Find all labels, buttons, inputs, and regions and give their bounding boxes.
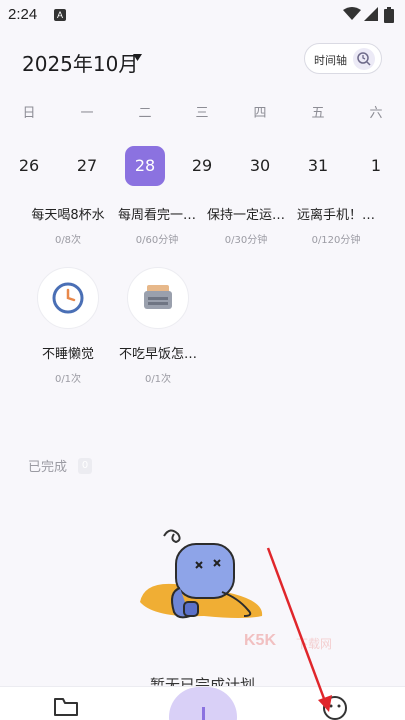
habit-item[interactable]: 每天喝8杯水 0/8次	[23, 204, 113, 246]
weekday-mon: 一	[80, 106, 94, 121]
weekday-sun: 日	[22, 106, 36, 121]
habit-item[interactable]: 每周看完一… 0/60分钟	[112, 204, 202, 246]
habit-progress: 0/1次	[144, 374, 172, 385]
date-row: 26 27 28 29 30 31 1	[0, 146, 405, 188]
timeline-button[interactable]: 时间轴	[304, 43, 382, 74]
habit-title: 不吃早饭怎…	[118, 347, 197, 362]
habit-title: 不睡懒觉	[41, 347, 94, 362]
plus-icon	[202, 707, 205, 720]
wifi-icon	[343, 7, 361, 20]
smile-icon[interactable]	[322, 695, 348, 720]
habit-progress: 0/120分钟	[311, 235, 361, 246]
habit-title: 保持一定运…	[206, 208, 285, 223]
date-cell-selected[interactable]: 28	[125, 146, 165, 186]
signal-icon	[364, 7, 378, 21]
date-cell[interactable]: 30	[240, 146, 280, 186]
habit-title: 远离手机！…	[296, 208, 375, 223]
weekday-row: 日 一 二 三 四 五 六	[0, 102, 405, 122]
date-cell[interactable]: 27	[67, 146, 107, 186]
habit-progress: 0/1次	[54, 374, 82, 385]
completed-section[interactable]: 已完成 0	[28, 455, 93, 475]
date-cell[interactable]: 31	[298, 146, 338, 186]
weekday-thu: 四	[253, 106, 267, 121]
clock-icon	[52, 282, 84, 314]
timeline-icon	[353, 48, 375, 70]
weekday-fri: 五	[311, 106, 325, 121]
date-cell[interactable]: 26	[9, 146, 49, 186]
habit-card[interactable]: 不睡懒觉 0/1次	[23, 267, 113, 385]
habit-icon-circle	[127, 267, 189, 329]
add-plan-button[interactable]	[169, 687, 237, 720]
habit-title: 每天喝8杯水	[31, 208, 105, 223]
watermark-subtext: 下载网	[296, 637, 333, 651]
habit-title: 每周看完一…	[117, 208, 196, 223]
habit-progress: 0/60分钟	[135, 235, 179, 246]
empty-state-illustration	[140, 529, 263, 619]
habit-card[interactable]: 不吃早饭怎… 0/1次	[113, 267, 203, 385]
weekday-sat: 六	[369, 106, 383, 121]
habit-progress: 0/8次	[54, 235, 82, 246]
caret-down-icon[interactable]	[133, 54, 142, 61]
battery-icon	[384, 7, 394, 23]
folder-icon[interactable]	[53, 695, 79, 717]
date-cell[interactable]: 29	[182, 146, 222, 186]
completed-count-badge: 0	[78, 457, 93, 474]
completed-label: 已完成	[28, 460, 68, 475]
habit-progress: 0/30分钟	[224, 235, 268, 246]
weekday-wed: 三	[195, 106, 209, 121]
status-bar: 2:24 A	[0, 0, 405, 30]
bottom-nav	[0, 686, 405, 720]
watermark-logo: K5K	[244, 632, 277, 649]
header: 2025年10月 时间轴	[0, 40, 405, 80]
date-cell[interactable]: 1	[356, 146, 396, 186]
status-time: 2:24	[8, 6, 38, 23]
weekday-tue: 二	[138, 106, 152, 121]
habit-icon-circle	[37, 267, 99, 329]
timeline-label: 时间轴	[314, 54, 347, 67]
month-title[interactable]: 2025年10月	[22, 48, 138, 77]
toaster-icon	[144, 285, 172, 309]
habit-item[interactable]: 远离手机！… 0/120分钟	[291, 204, 381, 246]
notification-badge: A	[54, 9, 66, 21]
habit-item[interactable]: 保持一定运… 0/30分钟	[201, 204, 291, 246]
